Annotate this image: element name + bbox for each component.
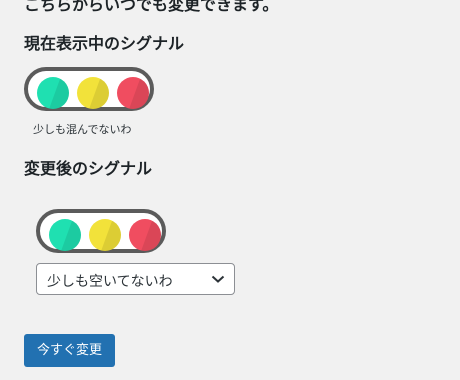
current-signal-indicator [24,67,154,111]
current-status-caption: 少しも混んでないわ [33,123,132,136]
signal-status-select[interactable]: 少しも空いてないわ [36,263,235,295]
intro-text: こちらからいつでも変更できます。 [24,0,279,14]
current-signal-heading: 現在表示中のシグナル [24,34,185,53]
change-now-button[interactable]: 今すぐ変更 [24,334,115,367]
green-lamp-icon [49,219,81,251]
green-lamp-icon [37,77,69,109]
new-signal-heading: 変更後のシグナル [24,159,153,178]
new-signal-indicator [36,209,166,253]
chevron-down-icon [211,275,225,283]
yellow-lamp-icon [77,77,109,109]
select-value: 少しも空いてないわ [47,274,173,290]
yellow-lamp-icon [89,219,121,251]
red-lamp-icon [117,77,149,109]
red-lamp-icon [129,219,161,251]
